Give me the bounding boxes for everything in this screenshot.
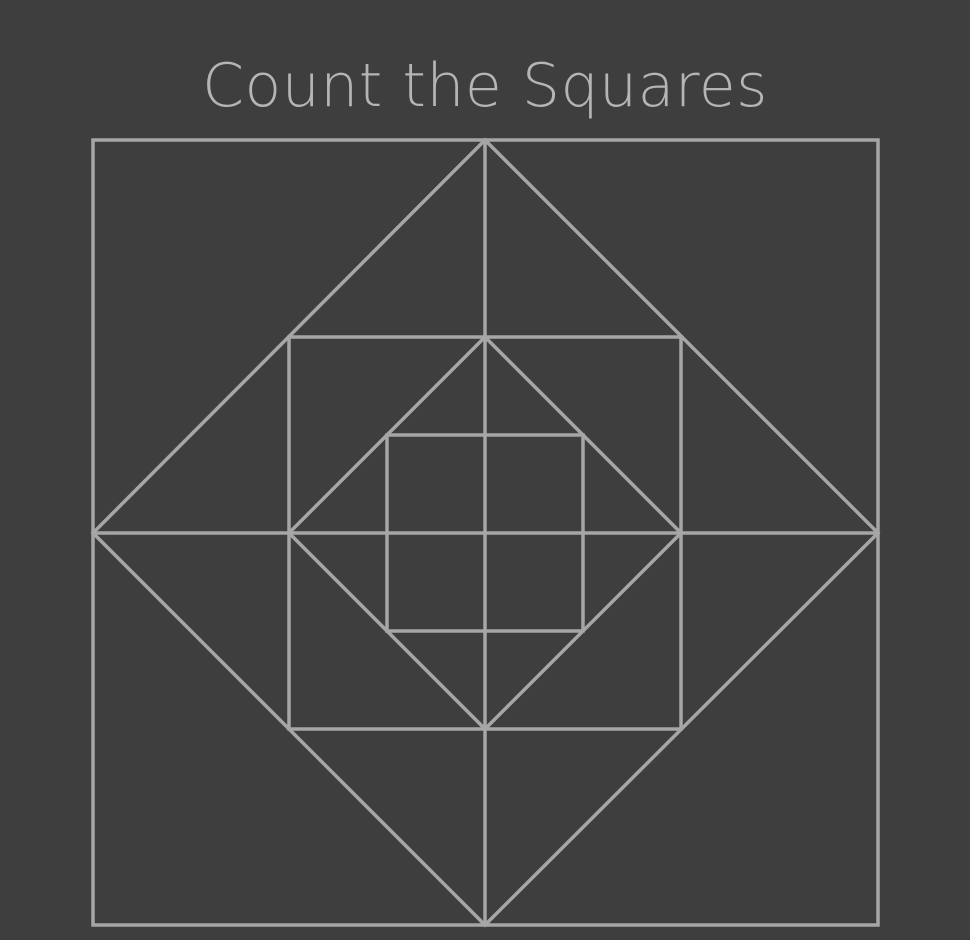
puzzle-figure xyxy=(90,137,881,928)
